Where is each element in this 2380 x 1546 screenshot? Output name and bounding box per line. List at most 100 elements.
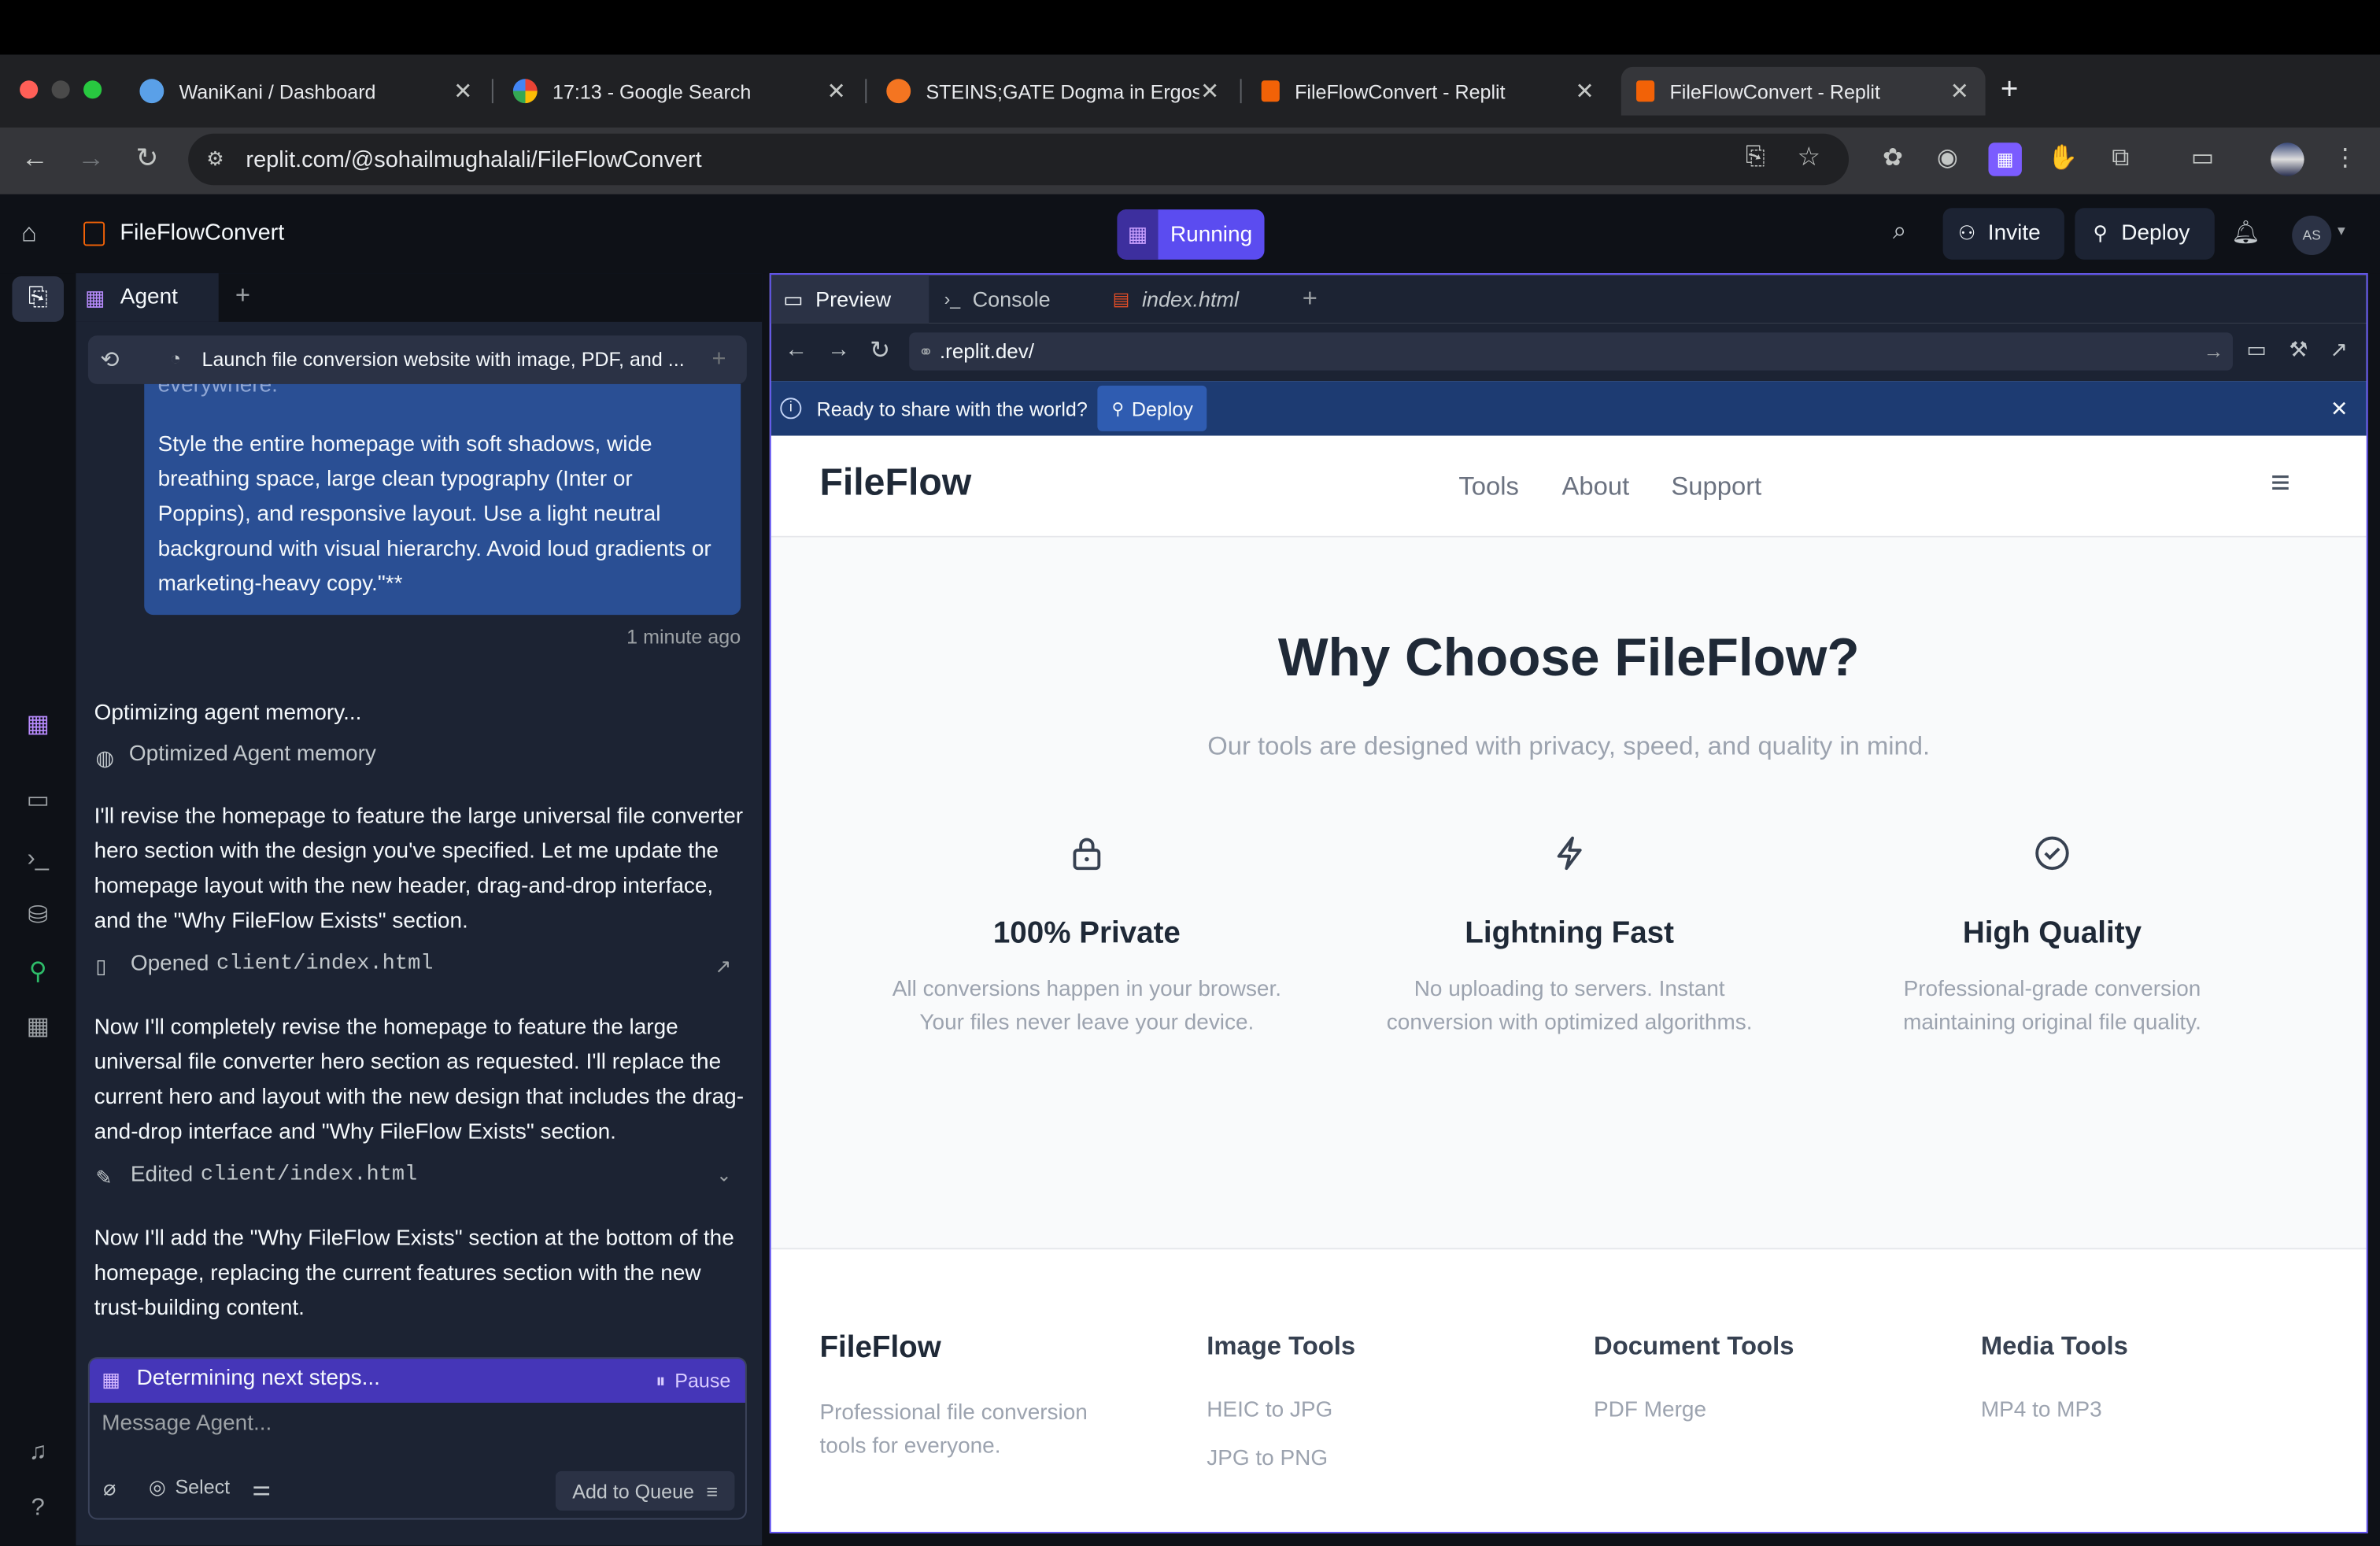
browser-tab[interactable]: WaniKani / Dashboard ✕ xyxy=(124,67,489,116)
browser-tab-active[interactable]: FileFlowConvert - Replit ✕ xyxy=(1621,66,1986,116)
tab-index-html[interactable]: ▤ index.html xyxy=(1113,275,1239,324)
chevron-down-icon[interactable]: ▾ xyxy=(2338,224,2345,240)
nav-support[interactable]: Support xyxy=(1671,472,1761,503)
back-icon[interactable]: ← xyxy=(785,337,808,363)
banner-deploy-button[interactable]: ⚲ Deploy xyxy=(1098,385,1207,431)
new-tab-button[interactable]: + xyxy=(2001,73,2019,108)
google-icon xyxy=(512,79,538,104)
feature-card: High Quality Professional-grade conversi… xyxy=(1811,835,2293,1040)
extension-app-icon[interactable]: ▦ xyxy=(1988,142,2022,176)
feature-desc-line: Professional-grade conversion xyxy=(1903,978,2201,1002)
back-icon[interactable]: ← xyxy=(17,142,53,175)
settings-sliders-icon[interactable]: ⚌ xyxy=(252,1476,271,1502)
nav-tools[interactable]: Tools xyxy=(1458,472,1519,503)
project-name[interactable]: FileFlowConvert xyxy=(120,220,284,246)
browser-tab[interactable]: 17:13 - Google Search ✕ xyxy=(498,67,863,116)
edit-icon: ✎ xyxy=(95,1166,113,1189)
search-icon[interactable]: ⌕ xyxy=(1893,219,1906,246)
footer-link[interactable]: MP4 to MP3 xyxy=(1981,1398,2128,1422)
feature-title: 100% Private xyxy=(992,916,1181,951)
reload-icon[interactable]: ↻ xyxy=(129,142,165,175)
bookmark-star-icon[interactable]: ☆ xyxy=(1797,142,1820,173)
book-icon: ▯ xyxy=(95,955,107,978)
help-icon[interactable]: ? xyxy=(20,1491,56,1527)
notifications-icon[interactable]: 🔔︎ xyxy=(2231,219,2260,246)
extension-hand-icon[interactable]: ✋ xyxy=(2046,142,2079,176)
browser-tab[interactable]: FileFlowConvert - Replit ✕ xyxy=(1246,67,1610,116)
install-app-icon[interactable]: ⎘ xyxy=(1746,144,1765,172)
extension-glasses-icon[interactable]: ◉ xyxy=(1931,142,1964,176)
preview-icon[interactable]: ▭ xyxy=(20,783,56,819)
browser-menu-icon[interactable]: ⋮ xyxy=(2328,142,2361,176)
message-input[interactable]: Message Agent... xyxy=(102,1412,272,1437)
site-logo[interactable]: FileFlow xyxy=(819,461,971,505)
extensions-puzzle-icon[interactable]: ⧉ xyxy=(2104,142,2137,176)
history-icon[interactable]: ⟲ xyxy=(100,346,119,374)
deploy-button[interactable]: ⚲ Deploy xyxy=(2075,208,2215,260)
user-avatar[interactable]: AS xyxy=(2292,215,2332,256)
action-opened[interactable]: Opened client/index.html xyxy=(131,952,434,976)
close-tab-icon[interactable]: ✕ xyxy=(1574,77,1595,105)
footer-link[interactable]: HEIC to JPG xyxy=(1207,1398,1355,1422)
forward-icon[interactable]: → xyxy=(73,142,109,175)
footer-link[interactable]: PDF Merge xyxy=(1594,1398,1794,1422)
thread-title[interactable]: Launch file conversion website with imag… xyxy=(202,348,685,371)
address-bar[interactable]: ⚙ replit.com/@sohailmughalali/FileFlowCo… xyxy=(188,133,1850,186)
side-panel-icon[interactable]: ▭ xyxy=(2186,142,2219,176)
database-icon[interactable]: ⛁ xyxy=(20,899,56,935)
close-window-button[interactable] xyxy=(20,80,39,99)
close-tab-icon[interactable]: ✕ xyxy=(1199,77,1221,105)
preview-address[interactable]: ⚭ .replit.dev/ → xyxy=(909,332,2233,371)
forward-icon[interactable]: → xyxy=(827,337,850,363)
attach-icon[interactable]: ⌀ xyxy=(103,1476,116,1502)
open-file-icon[interactable]: ↗ xyxy=(715,955,731,979)
files-icon[interactable]: ⎘ xyxy=(20,281,56,317)
action-edited[interactable]: Edited client/index.html xyxy=(131,1163,417,1187)
chevron-down-icon[interactable]: ⌄ xyxy=(716,1164,731,1185)
monitor-icon: ▭ xyxy=(783,286,804,311)
new-tab-button[interactable]: + xyxy=(1303,275,1318,324)
footer-logo[interactable]: FileFlow xyxy=(819,1331,1087,1366)
feature-desc-line: maintaining original file quality. xyxy=(1903,1011,2201,1036)
agent-icon[interactable]: ▦ xyxy=(20,708,56,744)
site-settings-icon[interactable]: ⚙ xyxy=(206,147,224,172)
tab-console[interactable]: ›_ Console xyxy=(944,275,1051,324)
browser-tab[interactable]: STEINS;GATE Dogma in Ergos ✕ xyxy=(871,67,1236,116)
tab-preview[interactable]: ▭ Preview xyxy=(771,275,929,324)
close-tab-icon[interactable]: ✕ xyxy=(826,77,847,105)
new-tab-button[interactable]: + xyxy=(235,281,250,312)
invite-button[interactable]: ⚇ Invite xyxy=(1942,208,2064,260)
pause-button[interactable]: ⏸︎ Pause xyxy=(656,1370,730,1394)
reload-icon[interactable]: ↻ xyxy=(870,335,890,366)
message-timestamp: 1 minute ago xyxy=(626,625,741,649)
devtools-wrench-icon[interactable]: ⚒ xyxy=(2289,337,2308,363)
devices-icon[interactable]: ▭ xyxy=(2246,337,2267,363)
window-top-bar xyxy=(0,0,2380,55)
shell-icon[interactable]: ›_ xyxy=(20,841,56,877)
new-thread-icon[interactable]: + xyxy=(712,346,726,374)
link-icon: ⚭ xyxy=(918,340,934,362)
replit-icon xyxy=(1261,80,1280,102)
add-to-queue-button[interactable]: Add to Queue ≡ xyxy=(555,1470,735,1511)
run-button[interactable]: ▦ Running xyxy=(1117,209,1265,260)
minimize-window-button[interactable] xyxy=(51,80,70,99)
all-tools-icon[interactable]: ▦ xyxy=(20,1010,56,1046)
close-tab-icon[interactable]: ✕ xyxy=(453,77,474,105)
deploy-icon: ⚲ xyxy=(2093,221,2108,245)
nav-about[interactable]: About xyxy=(1562,472,1630,503)
footer-link[interactable]: JPG to PNG xyxy=(1207,1447,1355,1471)
go-arrow-icon[interactable]: → xyxy=(2203,340,2223,363)
close-banner-icon[interactable]: ✕ xyxy=(2330,395,2349,421)
home-icon[interactable]: ⌂ xyxy=(21,219,37,250)
open-new-window-icon[interactable]: ↗ xyxy=(2330,337,2348,363)
alerts-icon[interactable]: ♫ xyxy=(20,1435,56,1471)
hamburger-menu-icon[interactable]: ≡ xyxy=(2271,463,2290,502)
close-tab-icon[interactable]: ✕ xyxy=(1949,77,1970,105)
deployments-icon[interactable]: ⚲ xyxy=(20,955,56,991)
site-footer: FileFlow Professional file conversion to… xyxy=(771,1248,2367,1532)
select-button[interactable]: ◎ Select xyxy=(149,1476,230,1500)
extension-icon[interactable]: ✿ xyxy=(1876,142,1909,176)
tab-agent[interactable]: ▦ Agent xyxy=(76,273,219,322)
maximize-window-button[interactable] xyxy=(83,80,102,99)
profile-avatar[interactable] xyxy=(2271,142,2304,176)
